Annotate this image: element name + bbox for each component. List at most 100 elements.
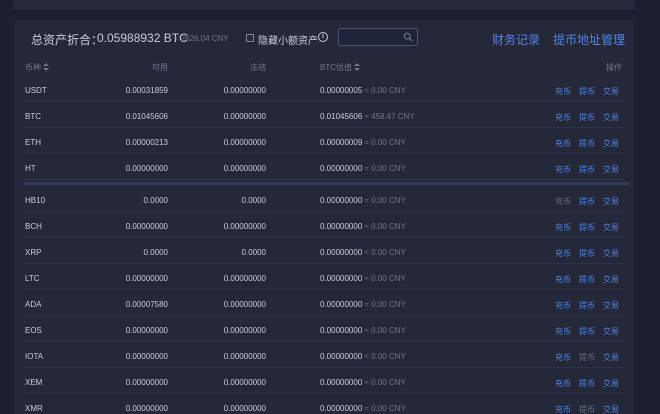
trade-button[interactable]: 交易 [603, 248, 619, 259]
trade-button[interactable]: 交易 [603, 352, 619, 363]
cny-value: ≈ 458.47 CNY [364, 112, 415, 121]
withdraw-button[interactable]: 提币 [579, 86, 595, 97]
cny-value: ≈ 0.00 CNY [364, 196, 406, 205]
frozen-balance: 0.00000000 [223, 86, 266, 95]
trade-button[interactable]: 交易 [603, 404, 619, 414]
coin-name: XMR [25, 404, 43, 413]
hide-small-assets-label[interactable]: 隐藏小额资产 [258, 32, 318, 47]
frozen-balance: 0.00000000 [223, 222, 266, 231]
coin-name: LTC [25, 274, 40, 283]
coin-search-input[interactable] [339, 29, 409, 45]
btc-valuation: 0.00000000 ≈ 0.00 CNY [320, 274, 406, 283]
btc-value: 0.00000000 [320, 164, 363, 173]
column-coin-header[interactable]: 币种 [25, 62, 49, 73]
btc-value: 0.01045606 [320, 112, 363, 121]
btc-value: 0.00000000 [320, 222, 363, 231]
withdraw-button[interactable]: 提币 [579, 112, 595, 123]
column-btc-value-header[interactable]: BTC估值 [320, 62, 360, 73]
withdraw-button[interactable]: 提币 [579, 326, 595, 337]
withdraw-button[interactable]: 提币 [579, 300, 595, 311]
trade-button[interactable]: 交易 [603, 164, 619, 175]
trade-button[interactable]: 交易 [603, 326, 619, 337]
available-balance: 0.00000000 [125, 378, 168, 387]
coin-name: BCH [25, 222, 42, 231]
coin-name: USDT [25, 86, 47, 95]
deposit-button[interactable]: 充币 [555, 164, 571, 175]
cny-value: ≈ 0.00 CNY [364, 378, 406, 387]
table-row: BTC 0.01045606 0.00000000 0.01045606 ≈ 458.… [14, 102, 634, 128]
sort-icon[interactable] [43, 63, 49, 71]
trade-button[interactable]: 交易 [603, 378, 619, 389]
frozen-balance: 0.00000000 [223, 300, 266, 309]
coin-name: XEM [25, 378, 43, 387]
sort-icon[interactable] [354, 63, 360, 71]
available-balance: 0.00000000 [125, 274, 168, 283]
coin-name: ETH [25, 138, 41, 147]
available-balance: 0.00000000 [125, 164, 168, 173]
deposit-button[interactable]: 充币 [555, 326, 571, 337]
finance-records-link[interactable]: 财务记录 [492, 31, 540, 48]
deposit-button[interactable]: 充币 [555, 86, 571, 97]
deposit-button[interactable]: 充币 [555, 112, 571, 123]
btc-valuation: 0.00000000 ≈ 0.00 CNY [320, 404, 406, 413]
frozen-balance: 0.00000000 [223, 138, 266, 147]
search-icon[interactable] [403, 32, 413, 42]
table-row: EOS 0.00000000 0.00000000 0.00000000 ≈ 0.00… [14, 316, 634, 342]
available-balance: 0.00031859 [125, 86, 168, 95]
trade-button[interactable]: 交易 [603, 300, 619, 311]
withdraw-button[interactable]: 提币 [579, 196, 595, 207]
btc-value: 0.00000000 [320, 404, 363, 413]
deposit-button[interactable]: 充币 [555, 300, 571, 311]
deposit-button[interactable]: 充币 [555, 404, 571, 414]
deposit-button[interactable]: 充币 [555, 222, 571, 233]
btc-value: 0.00000000 [320, 352, 363, 361]
trade-button[interactable]: 交易 [603, 138, 619, 149]
btc-valuation: 0.00000005 ≈ 0.00 CNY [320, 86, 406, 95]
cny-value: ≈ 0.00 CNY [364, 404, 406, 413]
column-coin-label: 币种 [25, 63, 41, 72]
table-row: HB10 0.0000 0.0000 0.00000000 ≈ 0.00 CNY 充币提… [14, 186, 634, 212]
trade-button[interactable]: 交易 [603, 86, 619, 97]
withdraw-button[interactable]: 提币 [579, 164, 595, 175]
frozen-balance: 0.0000 [241, 196, 266, 205]
hide-small-assets-checkbox[interactable] [246, 34, 254, 42]
deposit-button[interactable]: 充币 [555, 248, 571, 259]
table-row: HT 0.00000000 0.00000000 0.00000000 ≈ 0.00 … [14, 154, 634, 180]
withdraw-button[interactable]: 提币 [579, 378, 595, 389]
frozen-balance: 0.0000 [241, 248, 266, 257]
trade-button[interactable]: 交易 [603, 112, 619, 123]
btc-valuation: 0.00000000 ≈ 0.00 CNY [320, 378, 406, 387]
coin-name: HT [25, 164, 36, 173]
deposit-button[interactable]: 充币 [555, 138, 571, 149]
trade-button[interactable]: 交易 [603, 274, 619, 285]
withdraw-button[interactable]: 提币 [579, 222, 595, 233]
deposit-button[interactable]: 充币 [555, 352, 571, 363]
withdraw-button[interactable]: 提币 [579, 248, 595, 259]
frozen-balance: 0.00000000 [223, 274, 266, 283]
withdraw-button[interactable]: 提币 [579, 138, 595, 149]
info-icon[interactable]: i [318, 32, 328, 42]
withdraw-address-management-link[interactable]: 提币地址管理 [553, 31, 625, 48]
withdraw-button[interactable]: 提币 [579, 404, 595, 414]
available-balance: 0.00000000 [125, 352, 168, 361]
table-row: BCH 0.00000000 0.00000000 0.00000000 ≈ 0.00… [14, 212, 634, 238]
btc-valuation: 0.00000000 ≈ 0.00 CNY [320, 326, 406, 335]
frozen-balance: 0.00000000 [223, 326, 266, 335]
column-actions-header: 操作 [606, 63, 622, 72]
trade-button[interactable]: 交易 [603, 196, 619, 207]
btc-valuation: 0.00000000 ≈ 0.00 CNY [320, 352, 406, 361]
frozen-balance: 0.00000000 [223, 352, 266, 361]
table-row: IOTA 0.00000000 0.00000000 0.00000000 ≈ 0.0… [14, 342, 634, 368]
total-assets-cny: ≈ 2626.04 CNY [174, 34, 229, 43]
column-available-header: 可用 [152, 63, 168, 72]
deposit-button[interactable]: 充币 [555, 378, 571, 389]
deposit-button[interactable]: 充币 [555, 274, 571, 285]
withdraw-button[interactable]: 提币 [579, 352, 595, 363]
withdraw-button[interactable]: 提币 [579, 274, 595, 285]
trade-button[interactable]: 交易 [603, 222, 619, 233]
deposit-button[interactable]: 充币 [555, 196, 571, 207]
available-balance: 0.01045606 [125, 112, 168, 121]
coin-name: HB10 [25, 196, 46, 205]
cny-value: ≈ 0.00 CNY [364, 138, 406, 147]
top-panel-edge [14, 0, 634, 10]
